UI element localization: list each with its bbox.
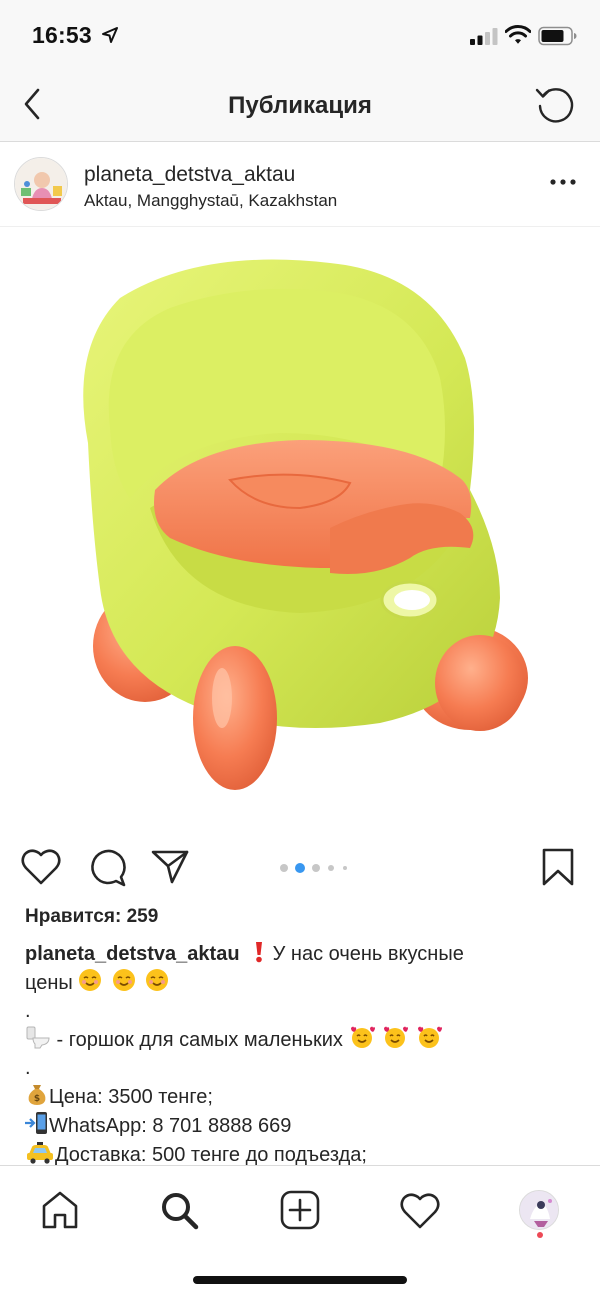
phone-arrow-emoji-icon	[25, 1112, 47, 1134]
carousel-dot	[343, 866, 347, 870]
svg-text:$: $	[34, 1094, 40, 1104]
home-icon[interactable]	[38, 1188, 82, 1232]
smiling-hearts-emoji-icon	[384, 1026, 409, 1048]
caption-text-1: У нас очень вкусные	[267, 943, 464, 965]
potty-chair-image	[83, 259, 528, 790]
activity-heart-icon[interactable]	[398, 1188, 442, 1232]
caption-text-2: - горшок для самых маленьких	[51, 1029, 349, 1051]
page-title: Публикация	[228, 92, 372, 119]
carousel-dot	[328, 865, 334, 871]
profile-avatar[interactable]	[519, 1190, 559, 1230]
bookmark-icon[interactable]	[538, 846, 578, 888]
toilet-emoji-icon	[26, 1026, 50, 1049]
home-indicator[interactable]	[193, 1276, 407, 1284]
caption-delivery: Доставка: 500 тенге до подъезда;	[55, 1144, 367, 1165]
nav-bar: Публикация	[0, 70, 600, 142]
new-post-icon[interactable]	[278, 1188, 322, 1232]
refresh-icon[interactable]	[534, 84, 576, 126]
caption-dot: .	[25, 1057, 31, 1079]
exclamation-emoji-icon	[256, 942, 263, 963]
post-header: planeta_detstva_aktau Aktau, Mangghystaū…	[0, 143, 600, 227]
more-horizontal-icon[interactable]	[548, 175, 578, 189]
carousel-dot	[280, 864, 288, 872]
smiling-hearts-emoji-icon	[350, 1026, 375, 1048]
post-caption: planeta_detstva_aktau У нас очень вкусны…	[25, 940, 585, 1165]
search-icon[interactable]	[157, 1188, 201, 1232]
avatar[interactable]	[14, 157, 68, 211]
likes-count[interactable]: Нравится: 259	[25, 906, 158, 928]
caption-dot: .	[25, 1000, 31, 1022]
relieved-face-emoji-icon	[79, 969, 102, 991]
post-username[interactable]: planeta_detstva_aktau	[84, 163, 295, 187]
cellular-signal-icon	[470, 28, 498, 45]
heart-icon[interactable]	[20, 846, 62, 888]
carousel-dot-active	[295, 863, 305, 873]
carousel-indicator	[278, 861, 358, 873]
relieved-face-emoji-icon	[146, 969, 169, 991]
caption-price: Цена: 3500 тенге;	[49, 1086, 213, 1108]
post-image[interactable]	[0, 228, 600, 828]
action-bar	[0, 840, 600, 896]
money-bag-emoji-icon: $	[28, 1085, 46, 1105]
caption-whatsapp[interactable]: WhatsApp: 8 701 8888 669	[49, 1115, 291, 1137]
location-arrow-icon	[102, 27, 118, 43]
share-icon[interactable]	[150, 846, 190, 886]
comment-icon[interactable]	[86, 846, 128, 888]
relieved-face-emoji-icon	[112, 969, 135, 991]
smiling-hearts-emoji-icon	[417, 1026, 442, 1048]
taxi-emoji-icon	[27, 1142, 53, 1164]
avatar-image	[15, 158, 67, 210]
caption-username[interactable]: planeta_detstva_aktau	[25, 943, 240, 965]
caption-text-1b: цены	[25, 972, 79, 994]
status-time: 16:53	[32, 22, 92, 48]
profile-avatar-image	[520, 1191, 558, 1229]
notification-dot	[537, 1232, 543, 1238]
carousel-dot	[312, 864, 320, 872]
status-bar: 16:53	[0, 0, 600, 70]
post-location[interactable]: Aktau, Mangghystaū, Kazakhstan	[84, 191, 337, 211]
battery-icon	[538, 26, 577, 46]
wifi-icon	[505, 25, 531, 44]
